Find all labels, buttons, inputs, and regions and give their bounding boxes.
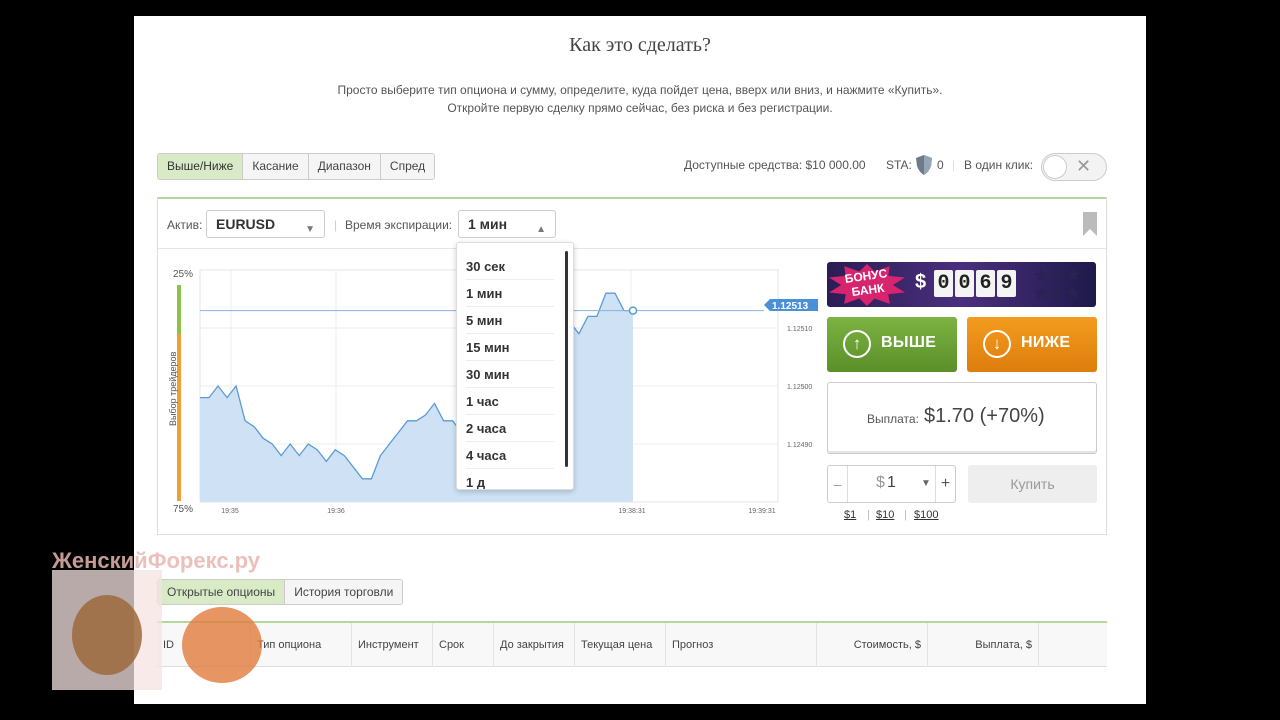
bonus-digit: 6 xyxy=(976,270,995,297)
chevron-down-icon: ▼ xyxy=(305,224,315,235)
payout-label: Выплата: xyxy=(867,412,919,426)
current-price-dot xyxy=(628,306,638,315)
star-icons: ★★★ ★★★ xyxy=(1033,265,1082,303)
expiry-option[interactable]: 4 часа xyxy=(466,442,554,469)
trade-toolbar: Актив: EURUSD ▼ | Время экспирации: 1 ми… xyxy=(158,199,1106,249)
separator: | xyxy=(904,509,907,521)
x-tick-label: 19:35 xyxy=(221,508,239,515)
col-current-price: Текущая цена xyxy=(575,623,666,667)
tab-spread[interactable]: Спред xyxy=(380,154,435,179)
payout-value: $1.70 (+70%) xyxy=(924,405,1045,427)
sta-value: 0 xyxy=(937,158,944,172)
col-instrument: Инструмент xyxy=(352,623,433,667)
amount-stepper[interactable]: – $ 1 ▼ + xyxy=(827,465,956,503)
higher-button[interactable]: ↑ ВЫШЕ xyxy=(827,317,957,372)
lower-label: НИЖЕ xyxy=(1021,334,1071,351)
expiry-label: Время экспирации: xyxy=(345,218,453,232)
traders-choice-label: Выбор трейдеров xyxy=(168,351,178,426)
expiry-value: 1 мин xyxy=(468,216,508,232)
y-tick-label: 1.12490 xyxy=(787,442,812,449)
shield-icon xyxy=(916,155,932,175)
traders-pct-top: 25% xyxy=(173,269,193,280)
tab-trade-history[interactable]: История торговли xyxy=(285,580,403,604)
tab-higher-lower[interactable]: Выше/Ниже xyxy=(158,154,244,179)
chevron-up-icon: ▲ xyxy=(536,224,546,235)
quick-amount-1[interactable]: $1 xyxy=(844,509,856,521)
payout-box: Выплата: $1.70 (+70%) xyxy=(827,382,1097,454)
expiry-option[interactable]: 2 часа xyxy=(466,415,554,442)
intro-line-1: Просто выберите тип опциона и сумму, опр… xyxy=(337,83,943,97)
chevron-down-icon[interactable]: ▼ xyxy=(921,478,931,489)
amount-currency: $ xyxy=(876,474,885,491)
x-axis-ticks: 19:35 19:36 19:38:31 19:39:31 xyxy=(221,508,775,515)
expiry-option[interactable]: 1 мин xyxy=(466,280,554,307)
x-tick-label: 19:38:31 xyxy=(618,508,645,515)
sta-label: STA: xyxy=(886,158,912,172)
col-forecast: Прогноз xyxy=(666,623,817,667)
expiry-option[interactable]: 30 мин xyxy=(466,361,554,388)
higher-label: ВЫШЕ xyxy=(881,334,937,351)
arrow-up-icon: ↑ xyxy=(843,330,871,358)
bookmark-icon[interactable] xyxy=(1083,212,1097,236)
expiry-option[interactable]: 5 мин xyxy=(466,307,554,334)
x-tick-label: 19:39:31 xyxy=(748,508,775,515)
buy-button[interactable]: Купить xyxy=(968,465,1097,503)
asset-label: Актив: xyxy=(167,218,203,232)
bonus-bank-banner[interactable]: БОНУС БАНК $ 0 0 6 9 ★★★ ★★★ xyxy=(827,262,1096,307)
tab-touch[interactable]: Касание xyxy=(243,154,309,179)
expiry-select[interactable]: 1 мин ▲ xyxy=(458,210,556,238)
expiry-option[interactable]: 1 д xyxy=(466,469,554,489)
watermark-logo: ЖенскийФорекс.ру xyxy=(52,548,262,690)
dropdown-scrollbar[interactable] xyxy=(565,251,568,467)
asset-value: EURUSD xyxy=(216,216,276,232)
current-price-label: 1.12513 xyxy=(772,301,809,312)
balance-label: Доступные средства: $10 000.00 xyxy=(684,158,866,172)
bonus-digit: 0 xyxy=(934,270,953,297)
expiry-dropdown: 30 сек 1 мин 5 мин 15 мин 30 мин 1 час 2… xyxy=(456,242,574,490)
x-tick-label: 19:36 xyxy=(327,508,345,515)
page-title: Как это сделать? xyxy=(569,34,711,56)
quick-amount-10[interactable]: $10 xyxy=(876,509,894,521)
expiry-option[interactable]: 15 мин xyxy=(466,334,554,361)
col-time-to-close: До закрытия xyxy=(494,623,575,667)
y-axis-ticks: 1.12510 1.12500 1.12490 xyxy=(787,326,812,449)
quick-amount-100[interactable]: $100 xyxy=(914,509,938,521)
separator: | xyxy=(952,158,956,172)
toggle-knob xyxy=(1043,155,1067,179)
option-type-tabs: Выше/Ниже Касание Диапазон Спред xyxy=(157,153,436,180)
arrow-down-icon: ↓ xyxy=(983,330,1011,358)
col-term: Срок xyxy=(433,623,494,667)
tab-range[interactable]: Диапазон xyxy=(308,154,381,179)
increase-button[interactable]: + xyxy=(935,466,955,502)
bonus-digit: 9 xyxy=(997,270,1016,297)
decrease-button[interactable]: – xyxy=(828,466,848,502)
separator: | xyxy=(867,509,870,521)
bonus-currency: $ xyxy=(915,271,927,293)
y-tick-label: 1.12500 xyxy=(787,384,812,391)
trade-panel: Актив: EURUSD ▼ | Время экспирации: 1 ми… xyxy=(157,197,1107,535)
lower-button[interactable]: ↓ НИЖЕ xyxy=(967,317,1097,372)
bonus-digit: 0 xyxy=(955,270,974,297)
intro-line-2: Откройте первую сделку прямо сейчас, без… xyxy=(447,101,833,115)
close-icon: ✕ xyxy=(1076,156,1092,176)
amount-value[interactable]: 1 xyxy=(887,474,896,492)
expiry-option[interactable]: 1 час xyxy=(466,388,554,415)
asset-select[interactable]: EURUSD ▼ xyxy=(206,210,325,238)
watermark-text: ЖенскийФорекс.ру xyxy=(52,548,261,573)
one-click-label: В один клик: xyxy=(964,158,1034,172)
one-click-toggle[interactable]: ✕ xyxy=(1041,153,1107,181)
traders-pct-bottom: 75% xyxy=(173,504,193,515)
expiry-option[interactable]: 30 сек xyxy=(466,253,554,280)
y-tick-label: 1.12510 xyxy=(787,326,812,333)
col-payout: Выплата, $ xyxy=(928,623,1039,667)
separator: | xyxy=(334,218,338,232)
col-cost: Стоимость, $ xyxy=(817,623,928,667)
